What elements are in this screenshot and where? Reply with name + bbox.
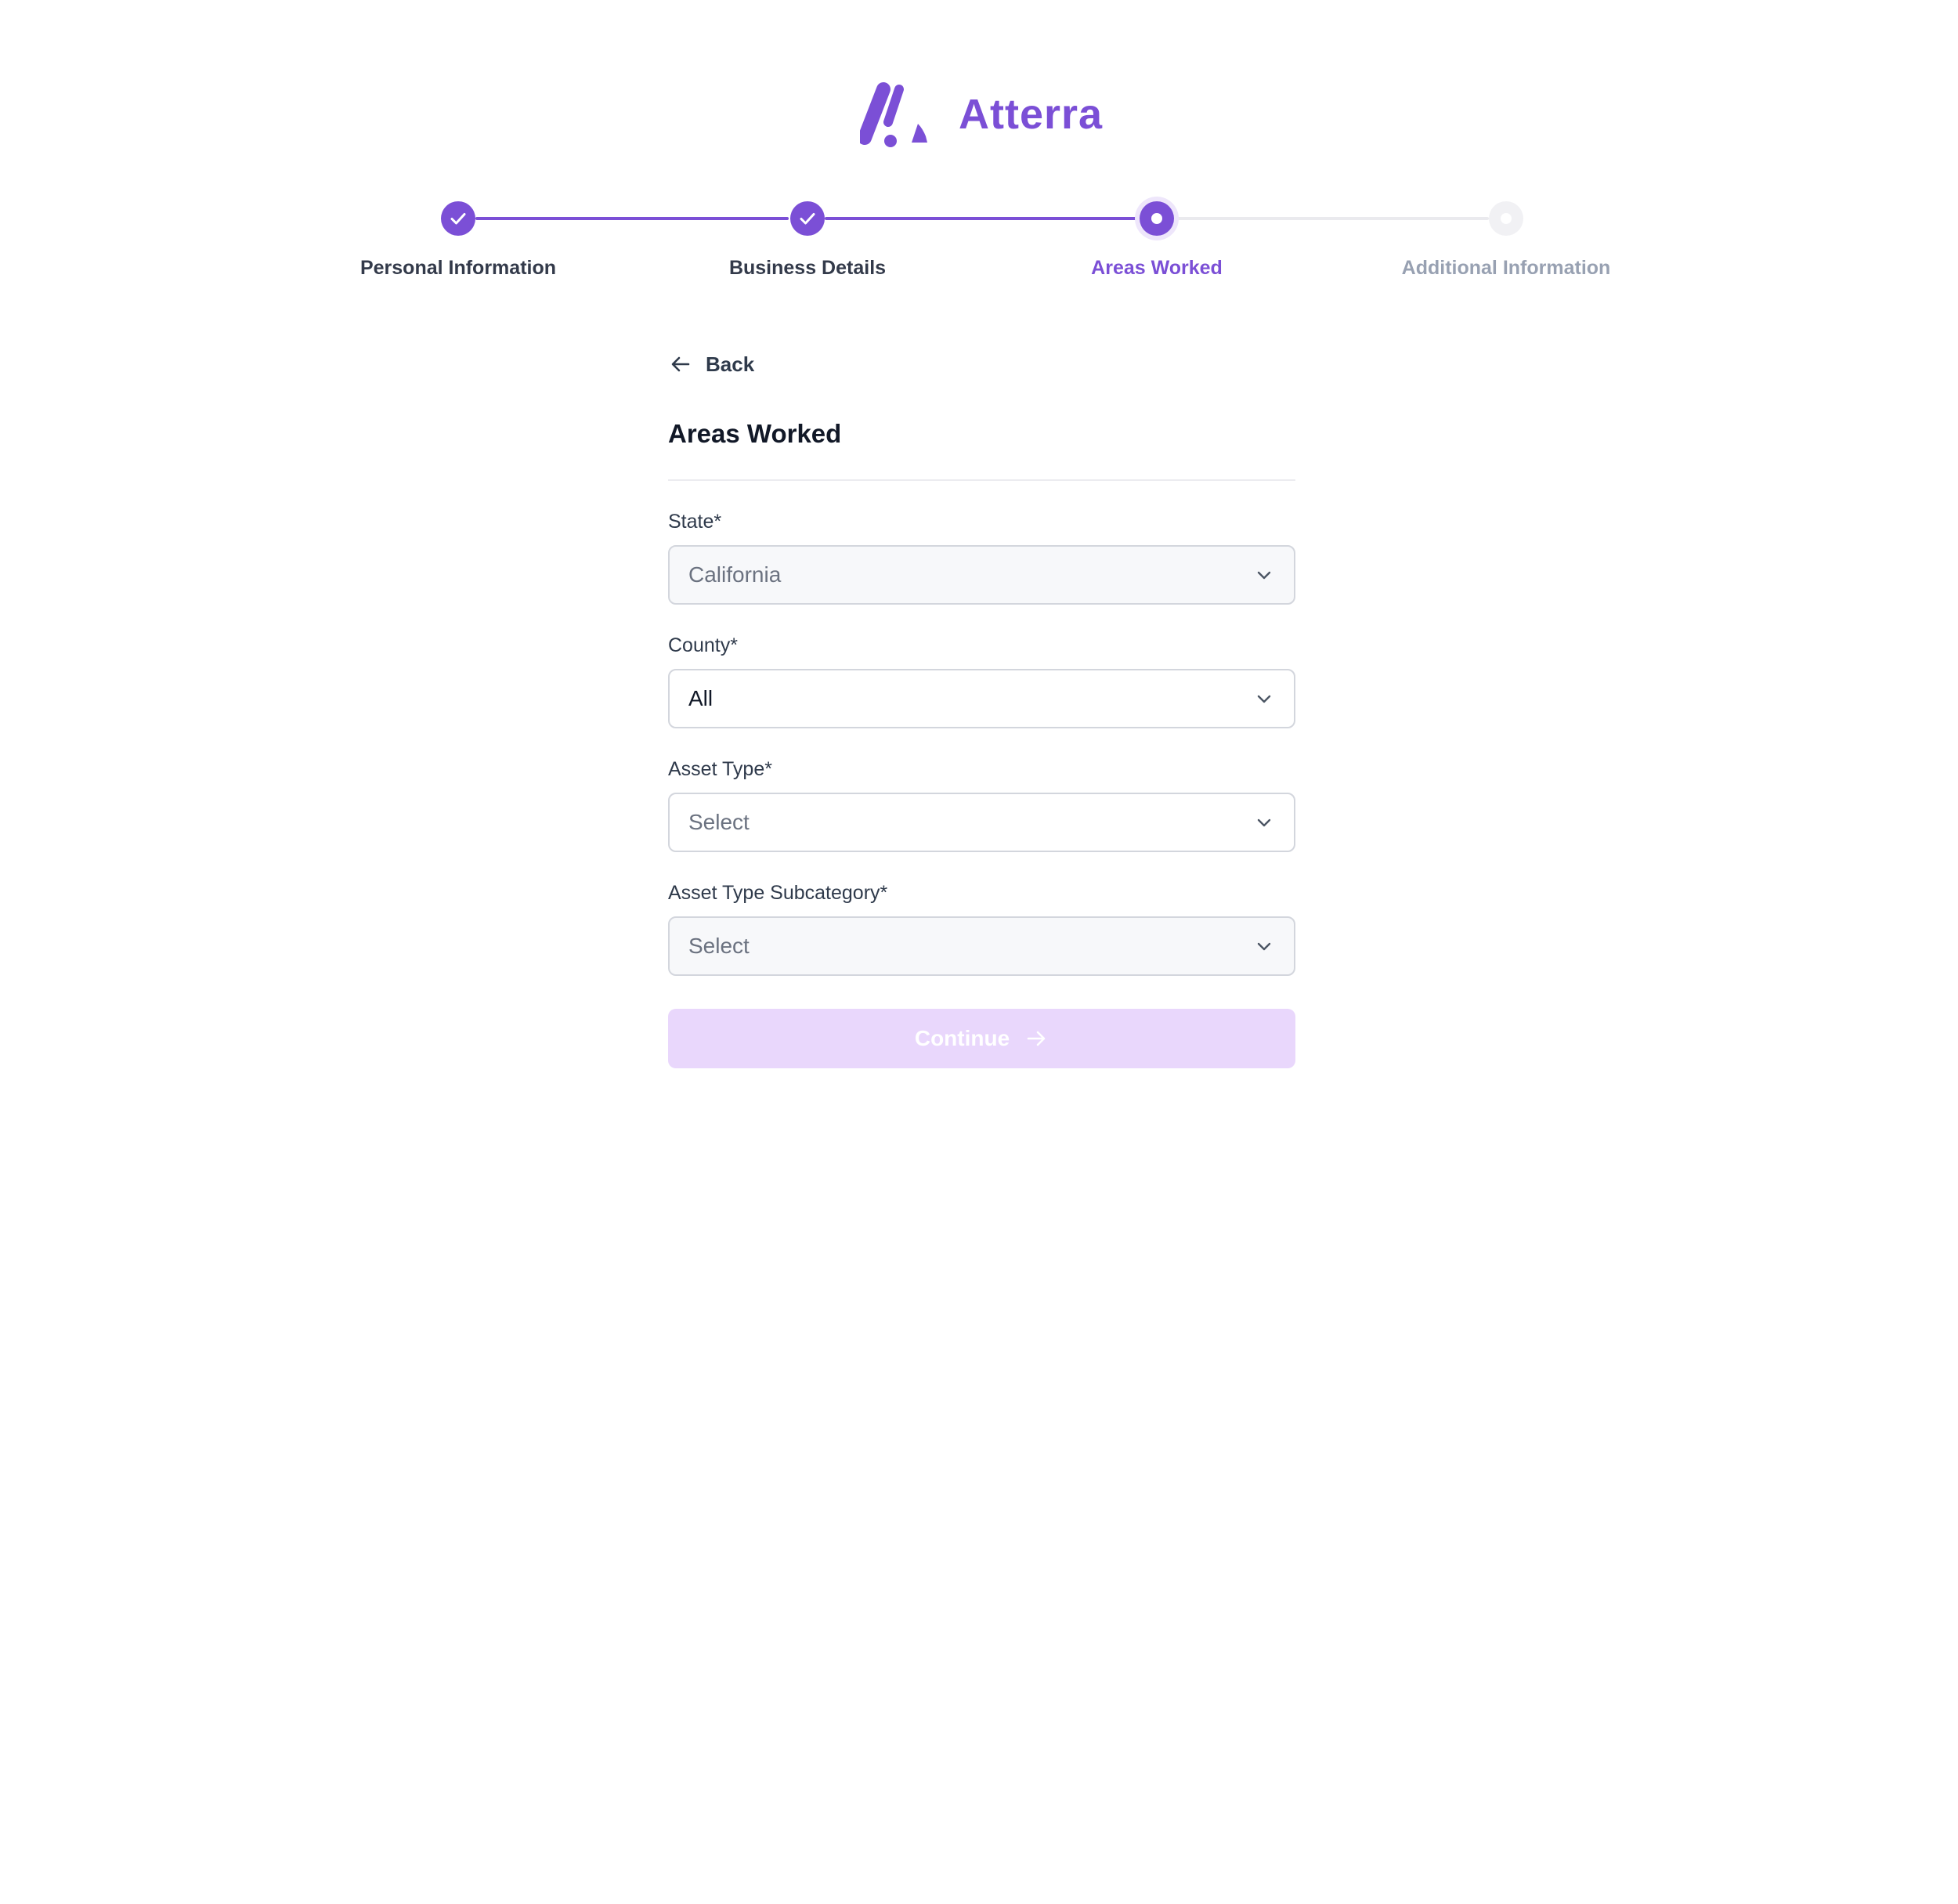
state-field: State* California <box>668 509 1295 605</box>
chevron-down-icon <box>1257 695 1271 703</box>
dot-icon <box>1501 213 1512 224</box>
stepper-connector <box>475 217 789 220</box>
arrow-left-icon <box>671 356 690 372</box>
continue-label: Continue <box>914 1026 1010 1050</box>
form-title: Areas Worked <box>668 419 842 448</box>
onboarding-page: Atterra Personal Information Business De… <box>0 0 1958 1904</box>
asset-type-subcategory-field: Asset Type Subcategory* Select <box>668 880 1295 976</box>
stepper-connector <box>1174 217 1489 220</box>
step-2-label: Business Details <box>728 257 887 279</box>
step-2-indicator <box>790 201 825 236</box>
step-3-indicator <box>1140 201 1174 236</box>
progress-stepper: Personal Information Business Details Ar… <box>0 0 1958 298</box>
chevron-down-icon <box>1257 818 1271 827</box>
state-value: California <box>688 562 782 587</box>
county-label: County* <box>668 634 738 656</box>
step-4-indicator <box>1489 201 1523 236</box>
areas-worked-form: Back Areas Worked State* California Coun… <box>668 345 1295 1068</box>
asset-type-value: Select <box>688 810 750 834</box>
asset-type-subcategory-label: Asset Type Subcategory* <box>668 882 888 904</box>
asset-type-label: Asset Type* <box>668 758 772 780</box>
check-icon <box>450 213 466 225</box>
county-value: All <box>688 686 713 710</box>
asset-type-subcategory-select[interactable]: Select <box>668 916 1295 976</box>
state-select[interactable]: California <box>668 545 1295 605</box>
asset-type-select[interactable]: Select <box>668 793 1295 852</box>
step-3-label: Areas Worked <box>1091 257 1223 279</box>
back-button[interactable]: Back <box>668 345 754 384</box>
asset-type-field: Asset Type* Select <box>668 757 1295 852</box>
step-4-label: Additional Information <box>1401 257 1611 279</box>
chevron-down-icon <box>1257 942 1271 951</box>
arrow-right-icon <box>1027 1031 1046 1046</box>
state-label: State* <box>668 511 722 533</box>
step-1-label: Personal Information <box>359 257 557 279</box>
continue-button[interactable]: Continue <box>668 1009 1295 1068</box>
check-icon <box>800 213 815 225</box>
county-field: County* All <box>668 633 1295 728</box>
county-select[interactable]: All <box>668 669 1295 728</box>
divider <box>668 479 1295 481</box>
dot-icon <box>1151 213 1162 224</box>
chevron-down-icon <box>1257 571 1271 580</box>
asset-type-subcategory-value: Select <box>688 934 750 958</box>
back-label: Back <box>706 352 755 376</box>
stepper-connector <box>825 217 1140 220</box>
step-1-indicator <box>441 201 475 236</box>
